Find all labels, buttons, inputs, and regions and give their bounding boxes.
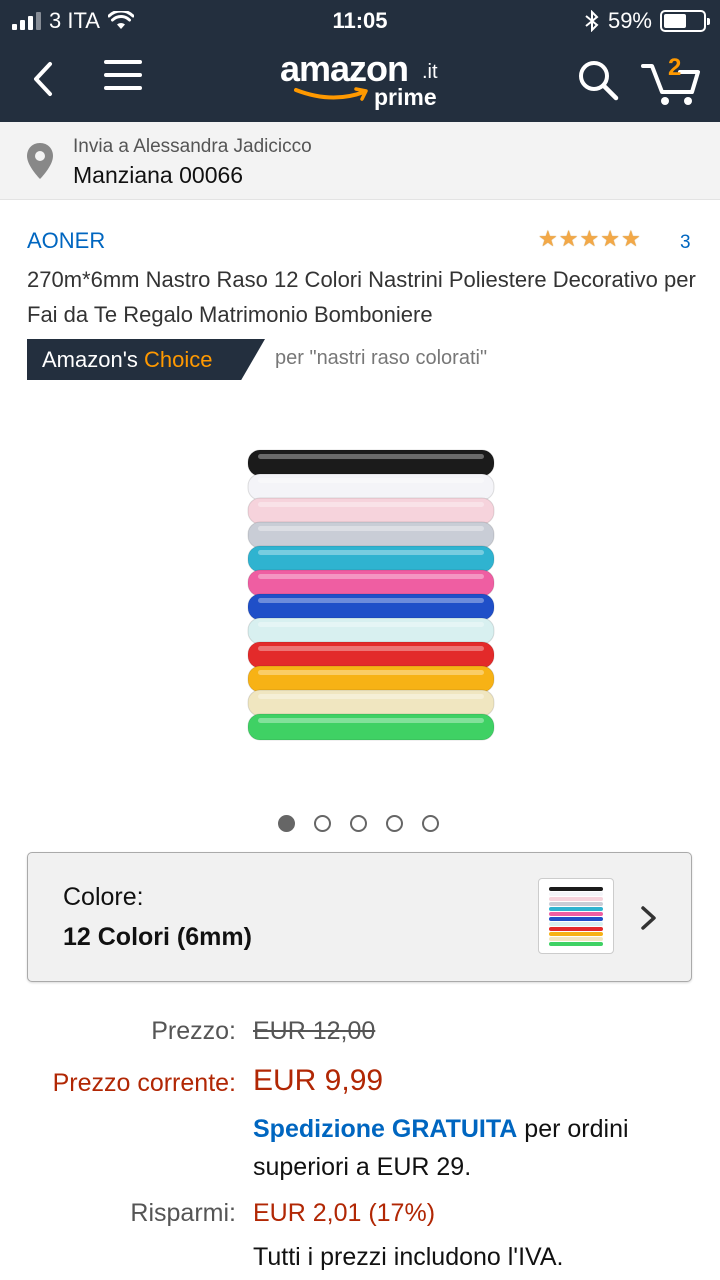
swatch-stripe [549, 922, 603, 926]
bluetooth-icon [585, 10, 599, 32]
amazons-choice-badge: Amazon's Choice [27, 339, 265, 380]
swatch-stripe [549, 932, 603, 936]
swatch-stripe [549, 937, 603, 941]
product-title: 270m*6mm Nastro Raso 12 Colori Nastrini … [27, 267, 696, 327]
shipping-text-1: per ordini [524, 1115, 629, 1143]
swatch-stripe [549, 912, 603, 916]
shipping-line-1: Spedizione GRATUITA per ordini [0, 1115, 720, 1149]
star-icon: ★ [538, 226, 558, 251]
choice-query: per "nastri raso colorati" [275, 347, 488, 369]
swatch-stripe [549, 907, 603, 911]
amazon-prime-logo[interactable]: amazon .it prime [280, 48, 450, 118]
pager-dot[interactable] [278, 815, 295, 832]
battery-fill [664, 14, 687, 28]
color-selector[interactable]: Colore: 12 Colori (6mm) [27, 852, 692, 982]
delivery-city: Manziana 00066 [73, 162, 244, 188]
cart-count: 2 [668, 54, 682, 81]
battery-percent: 59% [607, 8, 652, 33]
current-price-row: Prezzo corrente: EUR 9,99 [0, 1064, 720, 1103]
swatch-stripe [549, 917, 603, 921]
swatch-stripe [549, 902, 603, 906]
cart-button[interactable]: 2 [640, 52, 702, 108]
current-price-label: Prezzo corrente: [52, 1069, 236, 1097]
top-nav: amazon .it prime 2 [0, 40, 720, 122]
chevron-right-icon [641, 906, 656, 930]
pager-dot[interactable] [314, 815, 331, 832]
ribbon-spool [247, 617, 495, 645]
ribbon-spool [247, 449, 495, 477]
swatch-stripe [549, 927, 603, 931]
pager-dot[interactable] [386, 815, 403, 832]
swatch-stripe [549, 887, 603, 891]
shipping-line-2: superiori a EUR 29. [0, 1153, 720, 1187]
status-right: 59% [584, 8, 710, 34]
status-bar: 3 ITA 11:05 59% [0, 0, 720, 40]
list-price-value: EUR 12,00 [253, 1017, 376, 1045]
savings-row: Risparmi: EUR 2,01 (17%) [0, 1199, 720, 1233]
color-value: 12 Colori (6mm) [63, 923, 252, 951]
star-icon: ★ [600, 226, 620, 251]
savings-label: Risparmi: [130, 1199, 236, 1227]
star-icon: ★ [558, 226, 579, 251]
free-shipping-link[interactable]: Spedizione GRATUITA [253, 1115, 517, 1143]
rating-stars[interactable]: ★ ★ ★ ★ ★ [538, 227, 641, 251]
vat-row: Tutti i prezzi includono l'IVA. [0, 1243, 720, 1277]
pager-dot[interactable] [350, 815, 367, 832]
ribbon-spool [247, 689, 495, 717]
choice-word: Choice [144, 347, 213, 372]
ribbon-spool [247, 713, 495, 741]
ribbon-spool [247, 569, 495, 597]
delivery-location[interactable]: Invia a Alessandra Jadicicco Manziana 00… [0, 122, 720, 200]
list-price-label: Prezzo: [151, 1017, 236, 1045]
ribbon-spool [247, 545, 495, 573]
location-pin-icon [27, 143, 53, 179]
search-icon[interactable] [574, 56, 622, 104]
image-pager[interactable] [278, 815, 439, 832]
logo-tld: .it [422, 61, 438, 83]
delivery-recipient: Invia a Alessandra Jadicicco [73, 136, 312, 157]
color-label: Colore: [63, 883, 144, 911]
ribbon-spool [247, 521, 495, 549]
logo-prime: prime [374, 84, 437, 110]
list-price-row: Prezzo: EUR 12,00 [0, 1017, 720, 1051]
vat-note: Tutti i prezzi includono l'IVA. [253, 1243, 564, 1271]
swatch-stripe [549, 892, 603, 896]
shipping-text-2: superiori a EUR 29. [253, 1153, 472, 1181]
current-price-value: EUR 9,99 [253, 1064, 384, 1097]
rating-count[interactable]: 3 [680, 232, 691, 254]
back-icon[interactable] [26, 54, 66, 104]
star-icon: ★ [579, 226, 600, 251]
brand-link[interactable]: AONER [27, 228, 105, 254]
star-icon: ★ [620, 226, 641, 251]
swatch-stripe [549, 897, 603, 901]
ribbon-spool [247, 593, 495, 621]
choice-prefix: Amazon's [42, 347, 138, 372]
color-swatch-thumbnail [538, 878, 614, 954]
ribbon-spool [247, 665, 495, 693]
pager-dot[interactable] [422, 815, 439, 832]
product-image[interactable] [240, 444, 502, 744]
menu-icon[interactable] [104, 60, 142, 94]
ribbon-spool [247, 497, 495, 525]
savings-value: EUR 2,01 (17%) [253, 1199, 436, 1227]
ribbon-spool [247, 473, 495, 501]
ribbon-spool [247, 641, 495, 669]
smile-icon [294, 87, 368, 101]
battery-icon [660, 10, 710, 32]
swatch-stripe [549, 942, 603, 946]
